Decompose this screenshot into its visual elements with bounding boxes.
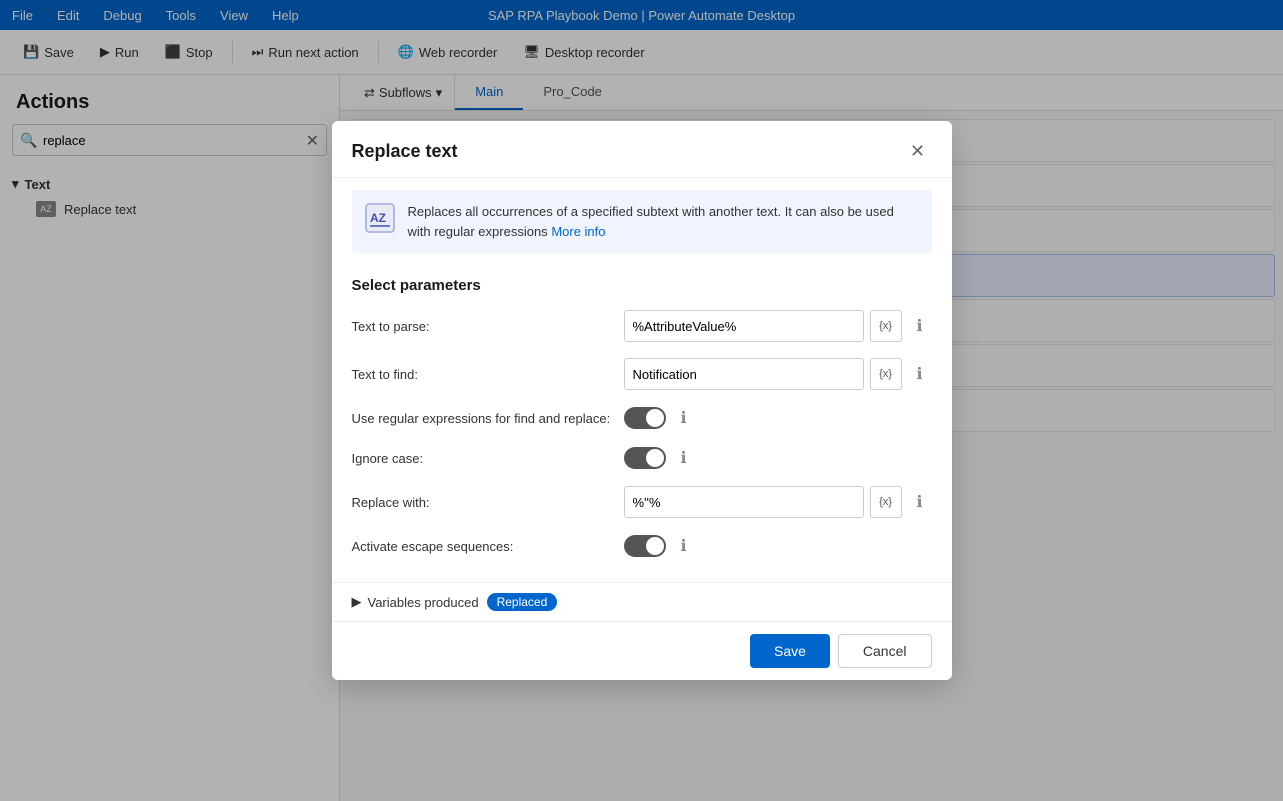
replace-with-info-button[interactable]: ℹ xyxy=(908,490,932,514)
ignore-case-toggle-slider xyxy=(624,447,666,469)
modal-info-text: Replaces all occurrences of a specified … xyxy=(408,202,920,241)
param-row-escape-sequences: Activate escape sequences: ℹ xyxy=(352,534,932,558)
modal-footer: Save Cancel xyxy=(332,621,952,680)
variables-chevron-icon: ▶ xyxy=(352,594,362,610)
replace-with-var-button[interactable]: {x} xyxy=(870,486,902,518)
param-input-container-text-to-parse: {x} ℹ xyxy=(624,310,932,342)
param-label-regex: Use regular expressions for find and rep… xyxy=(352,411,612,426)
text-to-find-input[interactable] xyxy=(624,358,864,390)
param-row-ignore-case: Ignore case: ℹ xyxy=(352,446,932,470)
regex-toggle[interactable] xyxy=(624,407,666,429)
modal-overlay: Replace text ✕ AZ Replaces all occurrenc… xyxy=(0,0,1283,801)
modal-close-button[interactable]: ✕ xyxy=(904,137,932,165)
modal-body: Select parameters Text to parse: {x} ℹ T… xyxy=(332,265,952,582)
param-input-container-replace-with: {x} ℹ xyxy=(624,486,932,518)
escape-sequences-info-button[interactable]: ℹ xyxy=(672,534,696,558)
text-to-parse-input[interactable] xyxy=(624,310,864,342)
param-row-regex: Use regular expressions for find and rep… xyxy=(352,406,932,430)
param-row-text-to-parse: Text to parse: {x} ℹ xyxy=(352,310,932,342)
modal-header: Replace text ✕ xyxy=(332,121,952,178)
param-label-replace-with: Replace with: xyxy=(352,495,612,510)
param-label-text-to-find: Text to find: xyxy=(352,367,612,382)
regex-toggle-container xyxy=(624,407,666,429)
text-to-parse-info-button[interactable]: ℹ xyxy=(908,314,932,338)
param-label-escape-sequences: Activate escape sequences: xyxy=(352,539,612,554)
variables-badge: Replaced xyxy=(487,593,558,611)
param-row-replace-with: Replace with: {x} ℹ xyxy=(352,486,932,518)
param-row-text-to-find: Text to find: {x} ℹ xyxy=(352,358,932,390)
svg-text:AZ: AZ xyxy=(370,211,386,225)
ignore-case-info-button[interactable]: ℹ xyxy=(672,446,696,470)
param-input-container-ignore-case: ℹ xyxy=(624,446,932,470)
escape-sequences-toggle-slider xyxy=(624,535,666,557)
modal-info-box: AZ Replaces all occurrences of a specifi… xyxy=(352,190,932,253)
text-to-find-info-button[interactable]: ℹ xyxy=(908,362,932,386)
modal-cancel-button[interactable]: Cancel xyxy=(838,634,932,668)
more-info-link[interactable]: More info xyxy=(551,224,605,239)
regex-info-button[interactable]: ℹ xyxy=(672,406,696,430)
ignore-case-toggle[interactable] xyxy=(624,447,666,469)
param-label-ignore-case: Ignore case: xyxy=(352,451,612,466)
replace-text-action-icon: AZ xyxy=(364,202,396,234)
ignore-case-toggle-container xyxy=(624,447,666,469)
modal-save-button[interactable]: Save xyxy=(750,634,830,668)
variables-section: ▶ Variables produced Replaced xyxy=(332,582,952,621)
text-to-find-var-button[interactable]: {x} xyxy=(870,358,902,390)
text-to-parse-var-button[interactable]: {x} xyxy=(870,310,902,342)
param-input-container-escape-sequences: ℹ xyxy=(624,534,932,558)
regex-toggle-slider xyxy=(624,407,666,429)
param-label-text-to-parse: Text to parse: xyxy=(352,319,612,334)
section-header: Select parameters xyxy=(352,277,932,294)
variables-expand[interactable]: ▶ Variables produced xyxy=(352,594,479,610)
param-input-container-regex: ℹ xyxy=(624,406,932,430)
escape-sequences-toggle-container xyxy=(624,535,666,557)
variables-label: Variables produced xyxy=(368,595,479,610)
escape-sequences-toggle[interactable] xyxy=(624,535,666,557)
modal-title: Replace text xyxy=(352,141,458,162)
replace-with-input[interactable] xyxy=(624,486,864,518)
param-input-container-text-to-find: {x} ℹ xyxy=(624,358,932,390)
replace-text-modal: Replace text ✕ AZ Replaces all occurrenc… xyxy=(332,121,952,680)
